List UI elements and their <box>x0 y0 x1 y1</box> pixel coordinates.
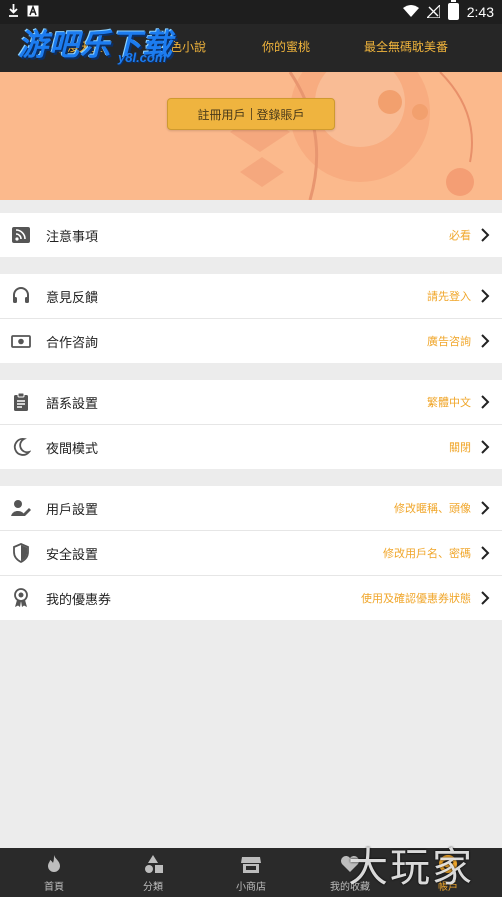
menu-value: 關閉 <box>449 441 471 454</box>
menu-group-support: 意見反饋 請先登入 合作咨詢 廣告咨詢 <box>0 274 502 363</box>
menu-row-night-mode[interactable]: 夜間模式 關閉 <box>0 425 502 469</box>
watermark-logo: 游吧乐下载 y8l.com <box>18 20 173 65</box>
menu-value: 繁體中文 <box>427 396 471 409</box>
menu-row-coupons[interactable]: 我的優惠券 使用及確認優惠券狀態 <box>0 576 502 620</box>
tab-label: 小商店 <box>236 882 266 893</box>
menu-label: 安全設置 <box>46 547 99 563</box>
chevron-right-icon <box>481 440 490 454</box>
moon-icon <box>13 438 31 456</box>
app-notification-icon <box>27 4 39 16</box>
chevron-right-icon <box>481 395 490 409</box>
award-icon <box>14 588 28 607</box>
menu-row-security[interactable]: 安全設置 修改用戶名、密碼 <box>0 531 502 576</box>
menu-row-feedback[interactable]: 意見反饋 請先登入 <box>0 274 502 319</box>
rss-icon <box>12 227 30 243</box>
status-time: 2:43 <box>466 3 494 20</box>
top-link-3[interactable]: 你的蜜桃 <box>262 38 310 55</box>
menu-row-notice[interactable]: 注意事項 必看 <box>0 213 502 257</box>
shield-icon <box>13 543 29 563</box>
menu-group-notice: 注意事項 必看 <box>0 213 502 257</box>
hero-illustration <box>230 72 474 200</box>
wifi-icon <box>402 5 419 17</box>
button-divider <box>250 108 252 120</box>
menu-value: 使用及確認優惠券狀態 <box>361 592 471 605</box>
banknote-icon <box>11 335 31 348</box>
menu-row-cooperation[interactable]: 合作咨詢 廣告咨詢 <box>0 319 502 363</box>
store-icon <box>241 857 261 873</box>
menu-row-language[interactable]: 語系設置 繁體中文 <box>0 380 502 425</box>
chevron-right-icon <box>481 289 490 303</box>
top-link-4[interactable]: 最全無碼耽美番 <box>364 38 448 55</box>
chevron-right-icon <box>481 228 490 242</box>
shapes-icon <box>145 855 163 873</box>
menu-row-user-settings[interactable]: 用戶設置 修改暱稱、頭像 <box>0 486 502 531</box>
register-label[interactable]: 註冊用戶 <box>197 106 245 123</box>
menu-label: 用戶設置 <box>46 502 99 518</box>
chevron-right-icon <box>481 334 490 348</box>
register-login-button[interactable]: 註冊用戶 登錄賬戶 <box>167 98 335 130</box>
download-icon <box>9 4 18 17</box>
signal-off-icon <box>426 5 440 18</box>
corner-watermark: 大玩家 <box>348 845 474 891</box>
menu-label: 合作咨詢 <box>46 335 99 351</box>
menu-group-preferences: 語系設置 繁體中文 夜間模式 關閉 <box>0 380 502 469</box>
headset-icon <box>13 287 29 303</box>
battery-icon <box>447 0 459 20</box>
menu-value: 請先登入 <box>427 290 471 303</box>
logo-sub-text: y8l.com <box>118 50 167 65</box>
menu-label: 注意事項 <box>46 229 99 245</box>
menu-label: 意見反饋 <box>46 290 99 306</box>
tab-label: 首頁 <box>44 882 64 893</box>
menu-value: 廣告咨詢 <box>427 335 471 348</box>
menu-group-account: 用戶設置 修改暱稱、頭像 安全設置 修改用戶名、密碼 我的優惠券 使用及確認優惠… <box>0 486 502 620</box>
login-label[interactable]: 登錄賬戶 <box>257 106 305 123</box>
chevron-right-icon <box>481 591 490 605</box>
flame-icon <box>48 855 60 872</box>
menu-label: 我的優惠券 <box>46 592 112 608</box>
chevron-right-icon <box>481 546 490 560</box>
menu-label: 夜間模式 <box>46 441 99 457</box>
menu-value: 修改用戶名、密碼 <box>383 547 471 560</box>
menu-value: 必看 <box>449 229 471 242</box>
tab-store[interactable]: 小商店 <box>201 848 301 897</box>
clipboard-icon <box>14 392 28 411</box>
account-hero: 註冊用戶 登錄賬戶 <box>0 72 502 200</box>
menu-label: 語系設置 <box>46 396 99 412</box>
chevron-right-icon <box>481 501 490 515</box>
menu-value: 修改暱稱、頭像 <box>394 502 471 515</box>
tab-home[interactable]: 首頁 <box>4 848 104 897</box>
user-edit-icon <box>11 500 31 516</box>
tab-categories[interactable]: 分類 <box>103 848 203 897</box>
tab-label: 分類 <box>143 882 163 893</box>
